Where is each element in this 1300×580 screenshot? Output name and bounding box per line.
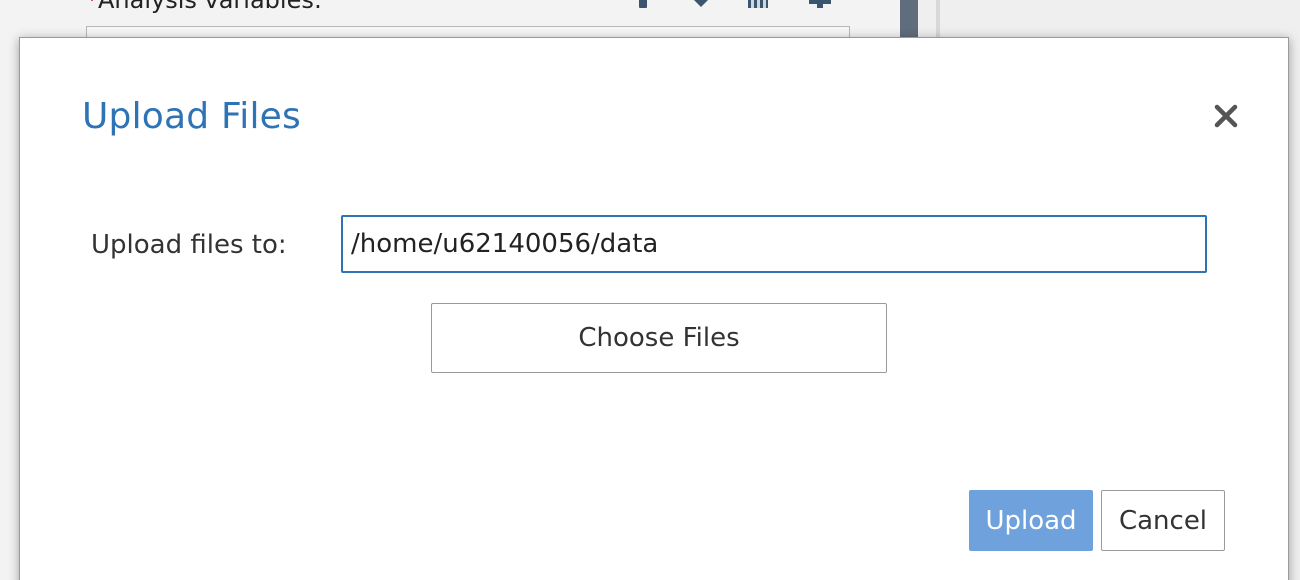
delete-icon[interactable] [746, 0, 770, 10]
move-down-icon[interactable] [688, 0, 714, 10]
required-marker: * [86, 0, 98, 14]
upload-button[interactable]: Upload [969, 490, 1093, 551]
analysis-variables-label: *Analysis variables: [86, 0, 322, 14]
close-icon [1208, 98, 1244, 134]
choose-files-button[interactable]: Choose Files [431, 303, 887, 373]
cancel-button[interactable]: Cancel [1101, 490, 1225, 551]
analysis-variables-text: Analysis variables: [98, 0, 322, 14]
close-button[interactable] [1208, 98, 1244, 134]
upload-destination-label: Upload files to: [91, 230, 287, 260]
upload-destination-input[interactable] [341, 215, 1207, 273]
upload-files-dialog: Upload Files Upload files to: Choose Fil… [19, 37, 1289, 580]
move-up-icon[interactable] [632, 0, 656, 10]
dialog-title: Upload Files [82, 96, 301, 137]
add-icon[interactable] [806, 0, 831, 10]
